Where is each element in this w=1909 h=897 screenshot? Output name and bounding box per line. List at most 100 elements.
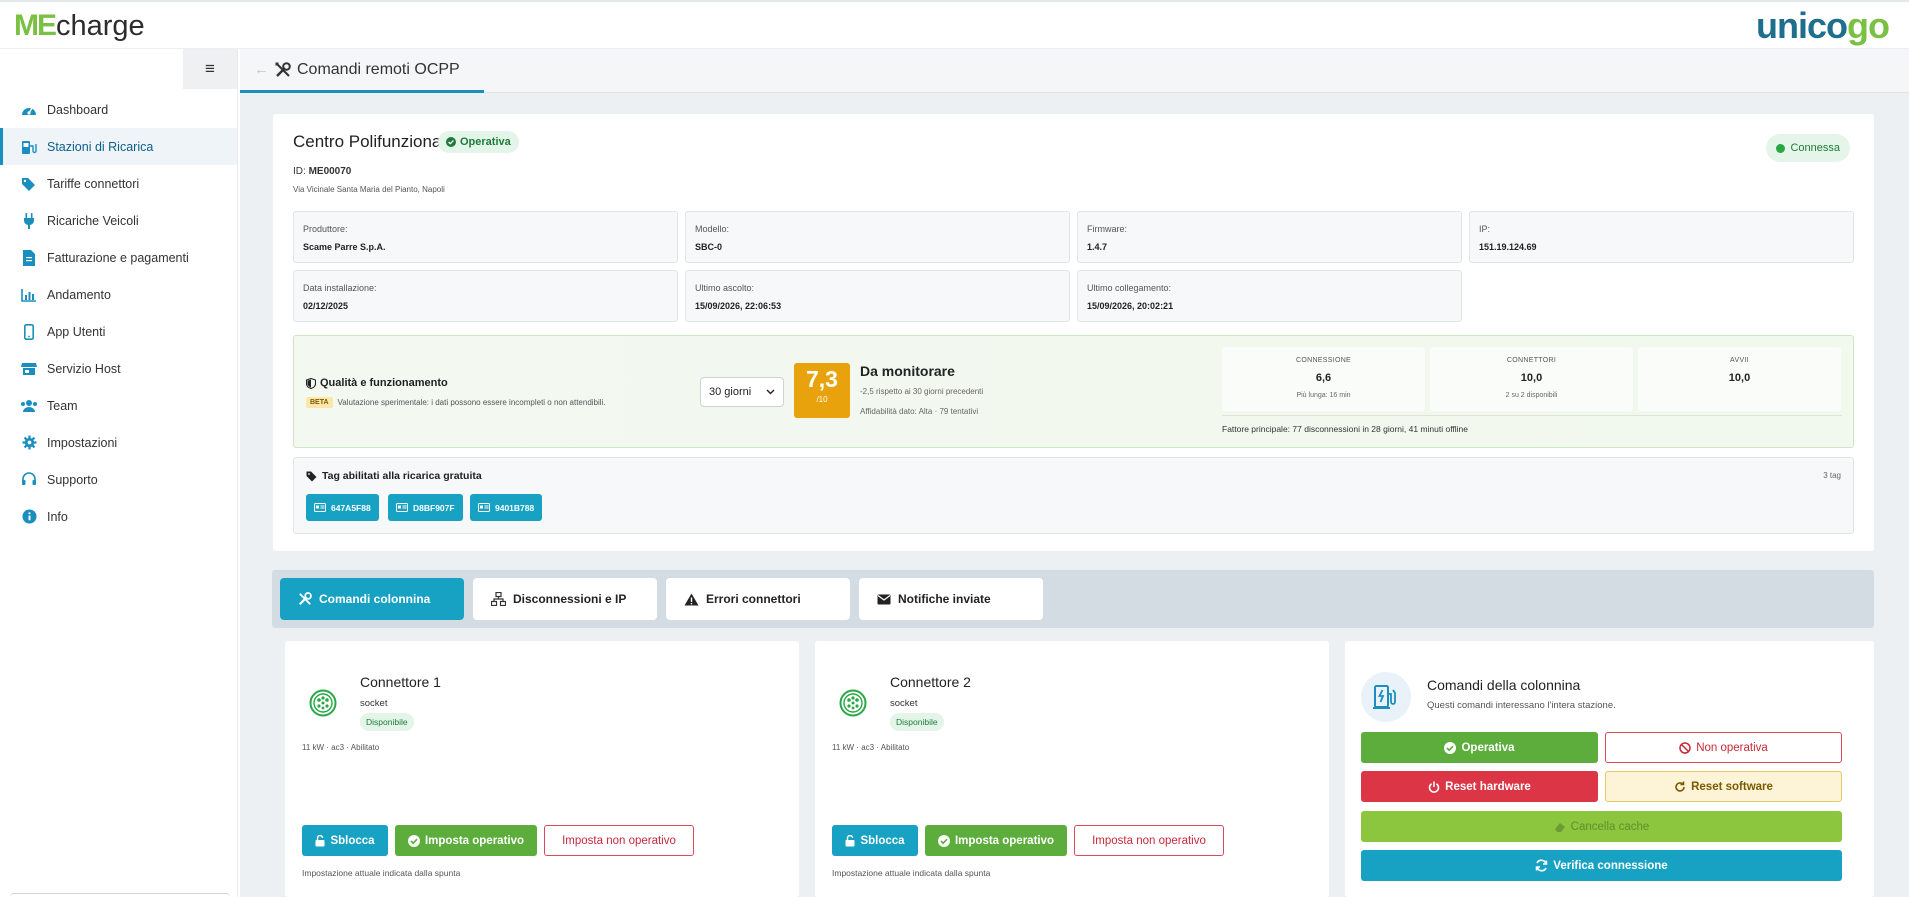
users-icon (20, 397, 38, 415)
quality-reliability: Affidabilità dato: Alta · 79 tentativi (860, 407, 979, 416)
set-operative-button[interactable]: Imposta operativo (925, 825, 1067, 856)
tab-label: Errori connettori (706, 592, 801, 606)
set-operative-label: Imposta operativo (424, 834, 525, 847)
sidebar-item-impostazioni[interactable]: Impostazioni (0, 424, 237, 461)
quality-panel: Qualità e funzionamento BETA Valutazione… (293, 335, 1854, 448)
rfid-tag[interactable]: D8BF907F (388, 494, 463, 521)
sidebar-item-app-utenti[interactable]: App Utenti (0, 313, 237, 350)
metric-connessione: CONNESSIONE 6,6 Più lunga: 16 min (1222, 347, 1425, 411)
info-value: SBC-0 (695, 242, 723, 252)
mecharge-logo[interactable]: ME charge (14, 11, 145, 41)
rfid-tag[interactable]: 9401B788 (470, 494, 543, 521)
check-circle-icon (937, 834, 950, 847)
station-id-label: ID: (293, 166, 306, 177)
store-icon (20, 360, 38, 378)
period-select-value: 30 giorni (709, 386, 752, 398)
sidebar-item-stazioni[interactable]: Stazioni di Ricarica (0, 128, 237, 165)
quality-main-factor: Fattore principale: 77 disconnessioni in… (1222, 424, 1469, 434)
tab-notifiche-inviate[interactable]: Notifiche inviate (859, 578, 1043, 620)
unlock-button[interactable]: Sblocca (832, 825, 918, 856)
tab-label: Disconnessioni e IP (513, 592, 627, 606)
sidebar-item-servizio-host[interactable]: Servizio Host (0, 350, 237, 387)
free-charging-tags-panel: Tag abilitati alla ricarica gratuita 3 t… (293, 457, 1854, 534)
connector-type: socket (890, 698, 918, 709)
tags-icon (20, 175, 38, 193)
shield-icon (306, 377, 316, 389)
info-label: Modello: (695, 224, 730, 234)
set-inoperative-button[interactable]: Imposta non operativo (1074, 825, 1224, 856)
online-dot-icon (1776, 143, 1786, 153)
sidebar-item-supporto[interactable]: Supporto (0, 461, 237, 498)
quality-title: Qualità e funzionamento (306, 377, 448, 389)
tags-count: 3 tag (1823, 471, 1841, 480)
rfid-tag-code: 647A5F88 (331, 502, 371, 513)
sidebar-item-andamento[interactable]: Andamento (0, 276, 237, 313)
connector-socket-icon (839, 689, 867, 717)
sidebar: ≡ Dashboard Stazioni di Ricarica Tariffe… (0, 49, 238, 897)
connector-hint: Impostazione attuale indicata dalla spun… (302, 868, 461, 878)
id-card-icon (478, 503, 490, 512)
redo-icon (1675, 781, 1685, 792)
sidebar-item-tariffe[interactable]: Tariffe connettori (0, 165, 237, 202)
tab-bar: Comandi colonnina Disconnessioni e IP Er… (272, 570, 1874, 628)
invoice-icon (20, 249, 38, 267)
clear-cache-label: Cancella cache (1570, 820, 1650, 833)
tools-icon (275, 61, 291, 78)
quality-metrics: CONNESSIONE 6,6 Più lunga: 16 min CONNET… (1222, 347, 1842, 416)
sidebar-item-label: Supporto (47, 472, 98, 487)
station-commands-subtitle: Questi comandi interessano l'intera staz… (1427, 700, 1616, 711)
metric-label: AVVII (1730, 357, 1749, 364)
sidebar-item-fatturazione[interactable]: Fatturazione e pagamenti (0, 239, 237, 276)
headset-icon (20, 471, 38, 489)
sidebar-item-team[interactable]: Team (0, 387, 237, 424)
power-icon (1428, 781, 1440, 793)
chevron-down-icon (766, 389, 775, 395)
set-operative-label: Imposta operativo (954, 834, 1055, 847)
sidebar-toggle-button[interactable]: ≡ (183, 49, 237, 89)
unlock-button[interactable]: Sblocca (302, 825, 388, 856)
info-box-modello: Modello: SBC-0 (685, 211, 1070, 263)
metric-value: 6,6 (1315, 372, 1332, 384)
plug-icon (20, 212, 38, 230)
tab-disconnessioni-ip[interactable]: Disconnessioni e IP (473, 578, 657, 620)
back-arrow-icon[interactable]: ← (254, 61, 269, 78)
info-box-ultimo-ascolto: Ultimo ascolto: 15/09/2026, 22:06:53 (685, 270, 1070, 322)
rfid-tag[interactable]: 647A5F88 (306, 494, 379, 521)
station-inoperative-button[interactable]: Non operativa (1605, 732, 1842, 763)
info-box-firmware: Firmware: 1.4.7 (1077, 211, 1462, 263)
reset-hardware-button[interactable]: Reset hardware (1361, 771, 1598, 802)
reset-software-button[interactable]: Reset software (1605, 771, 1842, 802)
warning-icon (684, 593, 699, 605)
info-value: 15/09/2026, 22:06:53 (695, 301, 782, 311)
sidebar-item-label: Servizio Host (47, 361, 121, 376)
station-id-value: ME00070 (308, 166, 352, 177)
period-select[interactable]: 30 giorni (700, 377, 784, 407)
partner-logo-suffix: go (1847, 5, 1890, 46)
sidebar-item-info[interactable]: Info (0, 498, 237, 535)
connector-spec: 11 kW · ac3 · Abilitato (832, 743, 910, 752)
info-value: Scame Parre S.p.A. (303, 242, 386, 252)
station-status-badge: Operativa (438, 131, 519, 153)
sidebar-item-dashboard[interactable]: Dashboard (0, 91, 237, 128)
info-label: IP: (1479, 224, 1491, 234)
verify-connection-label: Verifica connessione (1553, 859, 1668, 872)
unicogo-logo: unicogo (1756, 5, 1890, 46)
clear-cache-button[interactable]: Cancella cache (1361, 811, 1842, 842)
id-card-icon (314, 503, 326, 512)
ban-icon (1679, 741, 1691, 754)
station-operative-button[interactable]: Operativa (1361, 732, 1598, 763)
sidebar-item-ricariche[interactable]: Ricariche Veicoli (0, 202, 237, 239)
verify-connection-button[interactable]: Verifica connessione (1361, 850, 1842, 881)
metric-connettori: CONNETTORI 10,0 2 su 2 disponibili (1430, 347, 1633, 411)
gear-icon (20, 434, 38, 452)
station-address: Via Vicinale Santa Maria del Pianto, Nap… (293, 185, 445, 194)
quality-status: Da monitorare (860, 363, 955, 379)
sidebar-item-label: Info (47, 509, 68, 524)
set-inoperative-button[interactable]: Imposta non operativo (544, 825, 694, 856)
tab-errori-connettori[interactable]: Errori connettori (666, 578, 850, 620)
reset-hardware-label: Reset hardware (1445, 780, 1531, 793)
tab-comandi-colonnina[interactable]: Comandi colonnina (280, 578, 464, 620)
set-operative-button[interactable]: Imposta operativo (395, 825, 537, 856)
station-commands-icon-wrap (1361, 672, 1411, 722)
partner-logo-prefix: unico (1756, 5, 1848, 46)
